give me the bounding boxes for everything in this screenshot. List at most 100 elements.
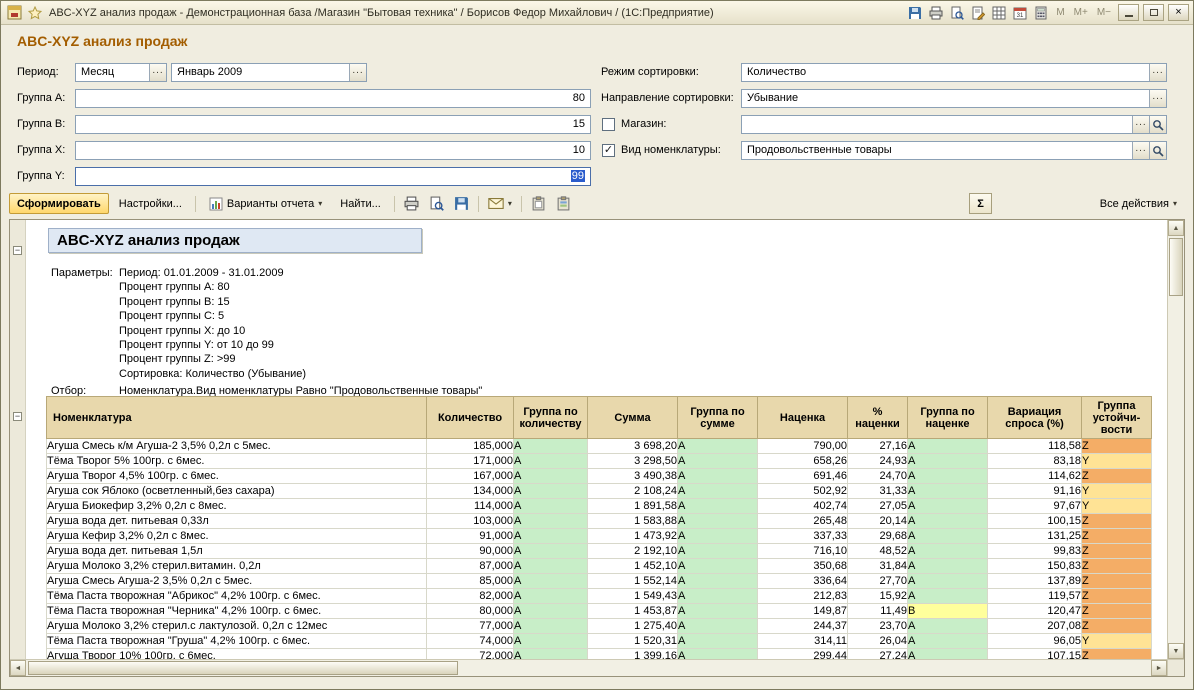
table-cell[interactable]: A [908, 469, 988, 484]
toolbar-print-button[interactable] [400, 193, 423, 214]
table-cell[interactable]: 103,000 [427, 514, 514, 529]
table-cell[interactable]: A [514, 499, 588, 514]
store-choose-button[interactable]: ... [1132, 116, 1149, 133]
table-row[interactable]: Агуша Творог 10% 100гр. с 6мес.72,000A1 … [47, 649, 1152, 660]
table-cell[interactable]: 24,70 [848, 469, 908, 484]
memory-m-minus-button[interactable]: М− [1094, 7, 1114, 18]
table-cell[interactable]: 1 399,16 [588, 649, 678, 660]
table-cell[interactable]: 2 108,24 [588, 484, 678, 499]
toolbar-save-button[interactable] [450, 193, 473, 214]
table-cell[interactable]: Агуша Творог 10% 100гр. с 6мес. [47, 649, 427, 660]
scroll-up-button[interactable]: ▲ [1168, 220, 1184, 236]
table-cell[interactable]: 31,84 [848, 559, 908, 574]
calendar-icon[interactable]: 31 [1011, 4, 1029, 22]
table-cell[interactable]: Z [1082, 559, 1152, 574]
table-cell[interactable]: 27,16 [848, 439, 908, 454]
table-cell[interactable]: A [908, 634, 988, 649]
table-cell[interactable]: A [908, 529, 988, 544]
table-cell[interactable]: A [908, 439, 988, 454]
table-cell[interactable]: 1 891,58 [588, 499, 678, 514]
memory-m-button[interactable]: М [1053, 7, 1067, 18]
toolbar-paste-button[interactable] [552, 193, 575, 214]
table-cell[interactable]: Y [1082, 634, 1152, 649]
table-cell[interactable]: 96,05 [988, 634, 1082, 649]
table-cell[interactable]: A [514, 514, 588, 529]
table-cell[interactable]: A [908, 619, 988, 634]
memory-m-plus-button[interactable]: М+ [1071, 7, 1091, 18]
table-cell[interactable]: 131,25 [988, 529, 1082, 544]
table-cell[interactable]: A [908, 544, 988, 559]
table-cell[interactable]: 337,33 [758, 529, 848, 544]
table-cell[interactable]: Агуша Творог 4,5% 100гр. с 6мес. [47, 469, 427, 484]
table-cell[interactable]: Тёма Паста творожная "Черника" 4,2% 100г… [47, 604, 427, 619]
maximize-button[interactable] [1143, 4, 1164, 21]
table-cell[interactable]: 91,000 [427, 529, 514, 544]
settings-button[interactable]: Настройки... [111, 193, 190, 214]
table-cell[interactable]: A [908, 454, 988, 469]
table-cell[interactable]: Z [1082, 649, 1152, 660]
table-cell[interactable]: Y [1082, 499, 1152, 514]
table-cell[interactable]: 716,10 [758, 544, 848, 559]
table-cell[interactable]: 24,93 [848, 454, 908, 469]
table-cell[interactable]: 3 698,20 [588, 439, 678, 454]
table-cell[interactable]: 82,000 [427, 589, 514, 604]
table-cell[interactable]: 212,83 [758, 589, 848, 604]
table-cell[interactable]: 149,87 [758, 604, 848, 619]
table-cell[interactable]: 114,62 [988, 469, 1082, 484]
table-cell[interactable]: 97,67 [988, 499, 1082, 514]
table-cell[interactable]: A [678, 604, 758, 619]
table-cell[interactable]: 27,05 [848, 499, 908, 514]
table-cell[interactable]: A [514, 484, 588, 499]
vertical-scrollbar[interactable]: ▲ ▼ [1167, 220, 1184, 659]
table-cell[interactable]: A [514, 544, 588, 559]
table-cell[interactable]: 118,58 [988, 439, 1082, 454]
table-cell[interactable]: Z [1082, 619, 1152, 634]
sort-mode-field[interactable]: Количество ... [741, 63, 1167, 82]
table-cell[interactable]: 150,83 [988, 559, 1082, 574]
table-cell[interactable]: 402,74 [758, 499, 848, 514]
scroll-down-button[interactable]: ▼ [1168, 643, 1184, 659]
table-cell[interactable]: 27,24 [848, 649, 908, 660]
table-cell[interactable]: 2 192,10 [588, 544, 678, 559]
table-cell[interactable]: 1 473,92 [588, 529, 678, 544]
table-cell[interactable]: Тёма Паста творожная "Груша" 4,2% 100гр.… [47, 634, 427, 649]
table-cell[interactable]: Z [1082, 604, 1152, 619]
table-cell[interactable]: A [908, 574, 988, 589]
table-cell[interactable]: A [514, 559, 588, 574]
table-cell[interactable]: 26,04 [848, 634, 908, 649]
table-cell[interactable]: 77,000 [427, 619, 514, 634]
minimize-button[interactable] [1118, 4, 1139, 21]
table-cell[interactable]: 119,57 [988, 589, 1082, 604]
table-cell[interactable]: A [514, 574, 588, 589]
table-cell[interactable]: Z [1082, 529, 1152, 544]
table-cell[interactable]: 207,08 [988, 619, 1082, 634]
table-cell[interactable]: A [678, 514, 758, 529]
table-cell[interactable]: 80,000 [427, 604, 514, 619]
table-cell[interactable]: 99,83 [988, 544, 1082, 559]
table-cell[interactable]: 350,68 [758, 559, 848, 574]
print-preview-icon[interactable] [948, 4, 966, 22]
table-cell[interactable]: 3 298,50 [588, 454, 678, 469]
table-cell[interactable]: 23,70 [848, 619, 908, 634]
table-row[interactable]: Агуша Кефир 3,2% 0,2л с 8мес.91,000A1 47… [47, 529, 1152, 544]
vertical-scroll-thumb[interactable] [1169, 238, 1183, 296]
table-cell[interactable]: A [678, 559, 758, 574]
table-cell[interactable]: 20,14 [848, 514, 908, 529]
table-cell[interactable]: 120,47 [988, 604, 1082, 619]
period-type-choose-button[interactable]: ... [149, 64, 166, 81]
table-cell[interactable]: 502,92 [758, 484, 848, 499]
table-cell[interactable]: 107,15 [988, 649, 1082, 660]
table-cell[interactable]: 11,49 [848, 604, 908, 619]
table-cell[interactable]: A [678, 634, 758, 649]
sort-dir-field[interactable]: Убывание ... [741, 89, 1167, 108]
table-cell[interactable]: 691,46 [758, 469, 848, 484]
table-cell[interactable]: 185,000 [427, 439, 514, 454]
table-cell[interactable]: A [514, 649, 588, 660]
store-field[interactable]: ... [741, 115, 1167, 134]
toolbar-preview-button[interactable] [425, 193, 448, 214]
table-cell[interactable]: A [678, 499, 758, 514]
report-variants-button[interactable]: Варианты отчета ▾ [201, 193, 330, 214]
star-icon[interactable] [26, 4, 44, 22]
group-x-field[interactable]: 10 [75, 141, 591, 160]
nomenclature-field[interactable]: Продовольственные товары ... [741, 141, 1167, 160]
